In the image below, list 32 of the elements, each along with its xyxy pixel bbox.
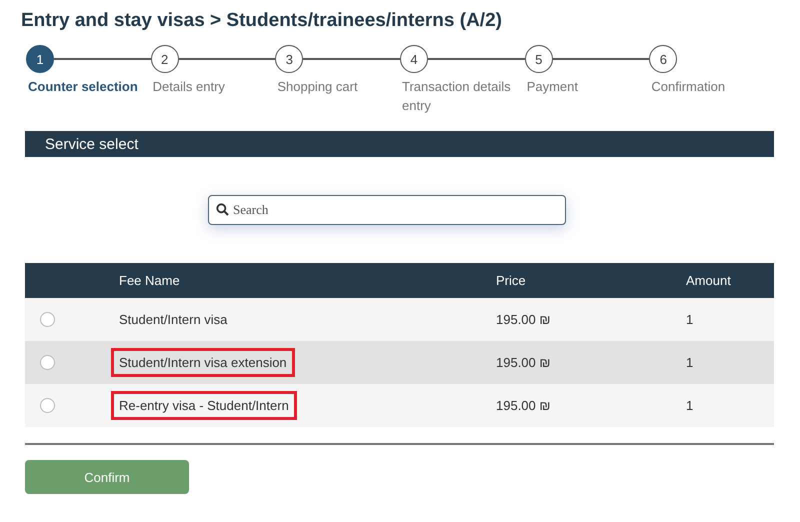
amount: 1 xyxy=(686,355,694,370)
radio-button[interactable] xyxy=(40,355,55,370)
table-row[interactable]: Student/Intern visa 195.00 ₪ 1 xyxy=(25,298,774,341)
step-label: Payment xyxy=(526,78,578,96)
page-title: Entry and stay visas > Students/trainees/interns (A/2) xyxy=(21,10,502,32)
step-number[interactable]: 1 xyxy=(26,45,54,73)
column-header: Price xyxy=(495,263,685,298)
step-label: Transaction details entry xyxy=(402,78,512,115)
step-number[interactable]: 5 xyxy=(524,45,553,73)
price: 195.00 ₪ xyxy=(496,355,550,370)
column-header: Amount xyxy=(685,263,774,298)
price: 195.00 ₪ xyxy=(496,312,550,327)
search-field[interactable]: Search xyxy=(208,195,566,225)
step-number[interactable]: 2 xyxy=(150,45,179,73)
price: 195.00 ₪ xyxy=(496,398,550,413)
step-label: Details entry xyxy=(152,78,225,96)
step-number[interactable]: 3 xyxy=(275,45,304,73)
amount: 1 xyxy=(686,312,694,327)
table-row[interactable]: Re-entry visa - Student/Intern 195.00 ₪ 1 xyxy=(25,384,774,427)
column-header: Fee Name xyxy=(118,263,495,298)
fee-name: Student/Intern visa extension xyxy=(111,348,295,377)
section-title: Service select xyxy=(45,136,138,152)
amount: 1 xyxy=(686,398,694,413)
step-number[interactable]: 6 xyxy=(649,45,678,73)
step-label: Shopping cart xyxy=(277,78,358,96)
radio-button[interactable] xyxy=(40,398,55,413)
fee-name: Student/Intern visa xyxy=(118,311,228,329)
step-number[interactable]: 4 xyxy=(400,45,428,73)
step-label: Counter selection xyxy=(28,78,138,96)
fee-name: Re-entry visa - Student/Intern xyxy=(111,391,297,420)
step-label: Confirmation xyxy=(651,78,726,96)
radio-button[interactable] xyxy=(40,312,55,327)
